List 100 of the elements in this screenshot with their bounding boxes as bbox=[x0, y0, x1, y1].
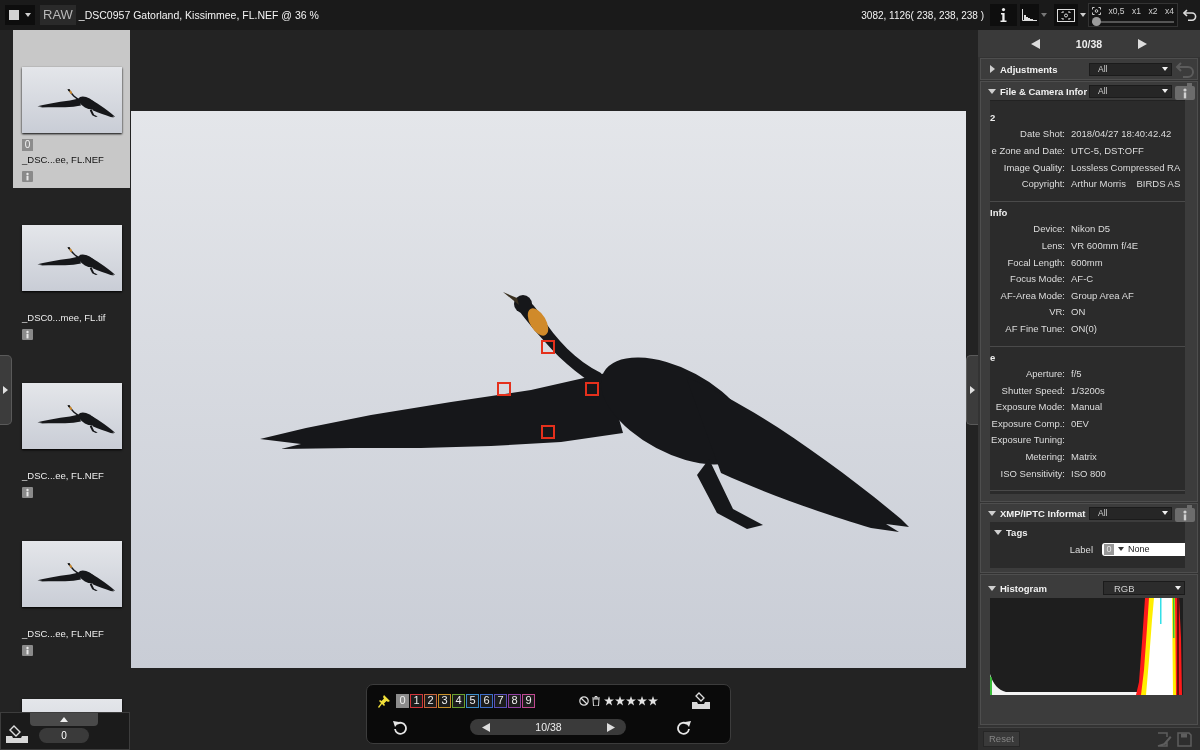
star-icon[interactable] bbox=[648, 696, 658, 706]
fit-view-button[interactable] bbox=[1054, 4, 1078, 26]
field-value: Group Area AF bbox=[1071, 289, 1134, 301]
color-label-button[interactable]: 2 bbox=[424, 694, 437, 708]
star-icon[interactable] bbox=[615, 696, 625, 706]
triangle-down-icon[interactable] bbox=[988, 585, 996, 591]
field-label: Exposure Comp.: bbox=[991, 417, 1065, 429]
caret-icon[interactable] bbox=[1162, 511, 1168, 516]
group-heading: e bbox=[990, 351, 996, 363]
field-label: Label bbox=[1069, 543, 1093, 555]
pin-icon[interactable] bbox=[378, 694, 390, 708]
color-label-button[interactable]: 4 bbox=[452, 694, 465, 708]
field-label: Image Quality: bbox=[1003, 161, 1065, 173]
triangle-right-icon[interactable] bbox=[3, 386, 8, 394]
info-icon[interactable] bbox=[1175, 504, 1195, 522]
caret-icon[interactable] bbox=[1175, 586, 1181, 591]
label-dropdown[interactable]: 0 None bbox=[1102, 542, 1185, 556]
caret-icon[interactable] bbox=[25, 13, 31, 17]
filmstrip-item[interactable]: _DSC0...mee, FL.tif bbox=[13, 188, 130, 346]
caret-icon[interactable] bbox=[1162, 67, 1168, 71]
square-icon bbox=[9, 10, 19, 20]
field-value: 1/3200s bbox=[1071, 384, 1105, 396]
section-title[interactable]: Histogram bbox=[1000, 582, 1047, 594]
group-heading: Info bbox=[990, 206, 1008, 218]
field-value: Manual bbox=[1071, 401, 1103, 413]
field-value: UTC-5, DST:OFF bbox=[1071, 145, 1144, 156]
triangle-right-icon[interactable] bbox=[970, 386, 975, 394]
file-name: _DSC...ee, FL.NEF bbox=[22, 470, 104, 482]
filmstrip-item[interactable]: _DSC...ee, FL.NEF bbox=[13, 504, 130, 662]
rotate-left-icon[interactable] bbox=[393, 719, 407, 735]
triangle-right-icon[interactable] bbox=[989, 65, 995, 73]
zoom-level-label[interactable]: x1 bbox=[1132, 5, 1142, 16]
tray-icon[interactable] bbox=[691, 692, 711, 710]
caret-icon[interactable] bbox=[1118, 547, 1124, 552]
info-icon[interactable] bbox=[1175, 82, 1195, 100]
group-heading: Tags bbox=[1006, 526, 1028, 538]
zoom-level-label[interactable]: x2 bbox=[1148, 5, 1158, 16]
color-label-button[interactable]: 9 bbox=[522, 694, 535, 708]
previous-icon[interactable] bbox=[1030, 38, 1040, 49]
field-value: 0EV bbox=[1071, 417, 1089, 429]
field-label: Focal Length: bbox=[1007, 256, 1065, 268]
filmstrip-item[interactable]: 0 _DSC...ee, FL.NEF bbox=[13, 30, 130, 188]
histogram-button[interactable] bbox=[1020, 4, 1039, 26]
color-label-button[interactable]: 1 bbox=[410, 694, 423, 708]
panel-toggle[interactable] bbox=[0, 355, 12, 425]
filter-dropdown[interactable]: All bbox=[1089, 84, 1172, 98]
zoom-level-label[interactable]: x4 bbox=[1165, 5, 1174, 16]
trash-icon[interactable] bbox=[592, 696, 600, 706]
zoom-level-label[interactable]: x0,5 bbox=[1108, 5, 1125, 16]
caret-icon[interactable] bbox=[1080, 13, 1086, 17]
rotate-right-icon[interactable] bbox=[677, 719, 691, 735]
next-icon[interactable] bbox=[1138, 38, 1148, 49]
star-icon[interactable] bbox=[626, 696, 636, 706]
section-title[interactable]: File & Camera Infor bbox=[1000, 85, 1088, 97]
star-icon[interactable] bbox=[637, 696, 647, 706]
expand-button[interactable] bbox=[30, 713, 98, 726]
panel-toggle[interactable] bbox=[966, 355, 978, 425]
field-label: Device: bbox=[1033, 223, 1065, 235]
view-menu-button[interactable] bbox=[5, 5, 35, 25]
next-icon[interactable] bbox=[607, 722, 615, 732]
color-label-button[interactable]: 5 bbox=[466, 694, 479, 708]
field-value: AF-C bbox=[1071, 273, 1094, 285]
section-title[interactable]: XMP/IPTC Informat bbox=[1000, 507, 1086, 519]
slider-thumb[interactable] bbox=[1092, 17, 1101, 27]
field-label: Metering: bbox=[1025, 451, 1065, 463]
zoom-slider-track[interactable] bbox=[1092, 17, 1174, 26]
image-title: _DSC0957 Gatorland, Kissimmee, FL.NEF @ 36 % bbox=[78, 9, 319, 21]
caret-icon[interactable] bbox=[1162, 89, 1168, 93]
info-icon[interactable] bbox=[22, 329, 33, 340]
color-label-button[interactable]: 6 bbox=[480, 694, 493, 708]
section-title[interactable]: Adjustments bbox=[1000, 63, 1058, 75]
previous-icon[interactable] bbox=[482, 722, 490, 732]
filter-dropdown[interactable]: All bbox=[1089, 62, 1172, 76]
file-name: _DSC...ee, FL.NEF bbox=[22, 628, 104, 640]
triangle-down-icon[interactable] bbox=[994, 529, 1002, 535]
star-icon[interactable] bbox=[604, 696, 614, 706]
file-name: _DSC...ee, FL.NEF bbox=[22, 154, 104, 166]
color-label-button[interactable]: 8 bbox=[508, 694, 521, 708]
focus-point-icon bbox=[541, 425, 555, 439]
field-label: AF Fine Tune: bbox=[1005, 322, 1065, 334]
field-label: Exposure Mode: bbox=[995, 401, 1065, 413]
color-label-button[interactable]: 3 bbox=[438, 694, 451, 708]
filmstrip-item[interactable]: _DSC...ee, FL.NEF bbox=[13, 346, 130, 504]
field-label: Shutter Speed: bbox=[1001, 384, 1065, 396]
info-icon[interactable] bbox=[22, 645, 33, 656]
info-button[interactable] bbox=[990, 4, 1017, 26]
filter-dropdown[interactable]: All bbox=[1089, 506, 1172, 520]
star-rating[interactable] bbox=[604, 696, 658, 706]
color-label-button[interactable]: 7 bbox=[494, 694, 507, 708]
info-icon[interactable] bbox=[22, 487, 33, 498]
fit-screen-icon[interactable] bbox=[1092, 6, 1101, 15]
field-value: ON(0) bbox=[1071, 322, 1097, 334]
return-arrow-icon[interactable] bbox=[1183, 9, 1197, 21]
field-label: VR: bbox=[1049, 306, 1065, 318]
filter-dropdown[interactable]: RGB bbox=[1103, 581, 1185, 596]
focus-point-icon bbox=[497, 382, 511, 396]
tray-icon[interactable] bbox=[5, 724, 29, 744]
reject-icon[interactable] bbox=[579, 696, 589, 706]
triangle-down-icon[interactable] bbox=[988, 88, 996, 94]
triangle-down-icon[interactable] bbox=[988, 510, 996, 516]
